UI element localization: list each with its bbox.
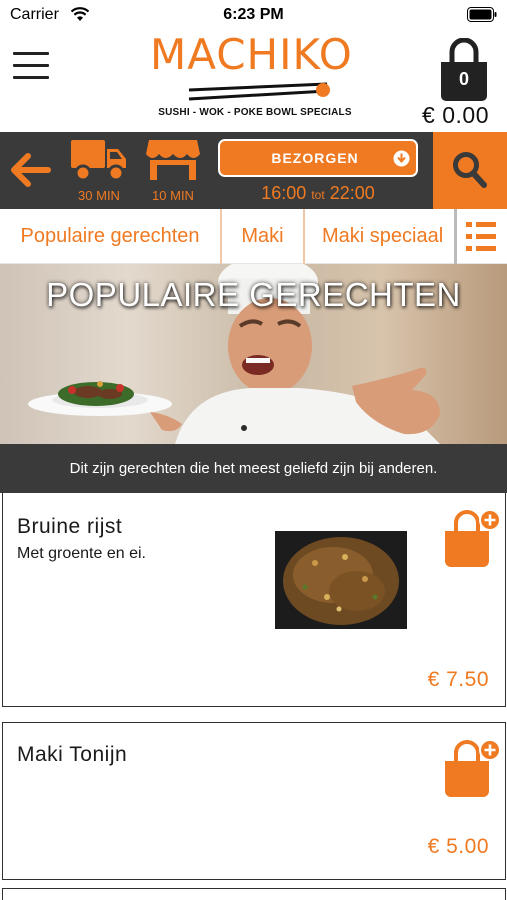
app-header: MACHIKO SUSHI - WOK - POKE BOWL SPECIALS… <box>0 30 507 132</box>
hamburger-menu-icon[interactable] <box>13 52 49 82</box>
truck-icon <box>71 140 126 182</box>
tab-populaire-gerechten[interactable]: Populaire gerechten <box>0 209 220 264</box>
machiko-logo[interactable]: MACHIKO SUSHI - WOK - POKE BOWL SPECIALS <box>150 30 360 125</box>
tab-maki[interactable]: Maki <box>222 209 303 264</box>
storefront-icon <box>146 140 200 180</box>
product-price: € 7.50 <box>427 668 489 691</box>
product-card[interactable]: Maki Tonijn € 5.00 <box>2 722 506 880</box>
battery-icon <box>467 7 497 22</box>
status-bar: Carrier 6:23 PM <box>0 0 507 30</box>
pickup-option[interactable]: 10 MIN <box>144 138 202 204</box>
banner-title: POPULAIRE GERECHTEN <box>46 276 461 313</box>
category-banner: POPULAIRE GERECHTEN <box>0 264 507 444</box>
delivery-time: 30 MIN <box>78 188 120 203</box>
chevron-down-icon <box>393 150 410 167</box>
product-description: Met groente en ei. <box>17 545 146 562</box>
chopsticks-icon <box>188 82 330 101</box>
product-photo <box>275 531 407 629</box>
delivery-option[interactable]: 30 MIN <box>68 138 130 204</box>
cart-total: € 0.00 <box>422 102 489 128</box>
order-mode-label: BEZORGEN <box>271 150 359 166</box>
product-price: € 5.00 <box>427 835 489 858</box>
pickup-time: 10 MIN <box>152 188 194 203</box>
product-name: Bruine rijst <box>17 515 123 538</box>
clock: 6:23 PM <box>223 6 284 23</box>
logo-text: MACHIKO <box>150 30 353 79</box>
opening-hours: 16:00 tot 22:00 <box>261 183 375 203</box>
product-card[interactable]: Bruine rijst Met groente en ei. € 7.50 <box>2 493 506 707</box>
product-card[interactable] <box>2 888 506 900</box>
add-to-cart-icon[interactable] <box>443 509 501 569</box>
logo-tagline: SUSHI - WOK - POKE BOWL SPECIALS <box>158 107 352 118</box>
banner-subtitle: Dit zijn gerechten die het meest geliefd… <box>0 444 507 493</box>
search-button[interactable] <box>433 132 507 209</box>
order-mode-select[interactable]: BEZORGEN <box>218 139 418 177</box>
order-toolbar: 30 MIN 10 MIN BEZORGEN 16:00 tot 22:00 <box>0 132 507 209</box>
cart-count-badge: 0 <box>458 69 469 89</box>
back-arrow-icon[interactable] <box>8 150 52 190</box>
search-icon <box>453 152 487 188</box>
category-tabs: Populaire gerechten Maki Maki speciaal <box>0 209 507 264</box>
tab-maki-speciaal[interactable]: Maki speciaal <box>305 209 453 264</box>
list-icon[interactable] <box>456 209 507 264</box>
add-to-cart-icon[interactable] <box>443 739 501 799</box>
product-name: Maki Tonijn <box>17 743 128 766</box>
